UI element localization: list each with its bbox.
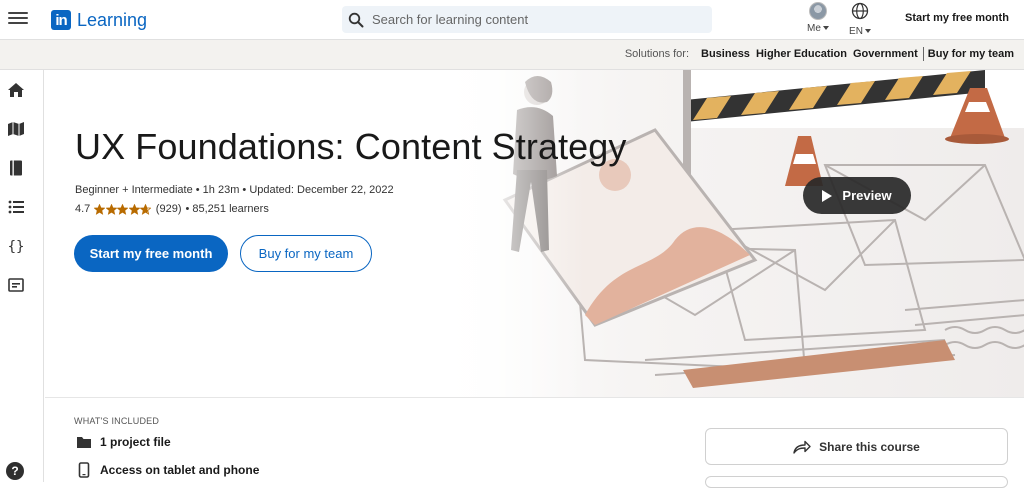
share-arrow-icon — [793, 440, 811, 454]
hero-fade-overlay — [405, 70, 585, 397]
search-icon — [348, 12, 364, 27]
book-icon[interactable] — [6, 158, 26, 178]
preview-button[interactable]: Preview — [803, 177, 911, 214]
menu-icon[interactable] — [8, 9, 28, 29]
search-input[interactable] — [372, 12, 692, 27]
learner-count: • 85,251 learners — [185, 203, 269, 215]
help-icon[interactable]: ? — [6, 462, 24, 480]
divider — [922, 47, 924, 61]
search-bar[interactable] — [342, 6, 712, 33]
secondary-card — [705, 476, 1008, 488]
language-label: EN — [849, 26, 863, 37]
solutions-link-buy-for-team[interactable]: Buy for my team — [928, 48, 1014, 60]
included-item-project-file: 1 project file — [76, 434, 171, 450]
play-icon — [822, 189, 833, 202]
solutions-link-government[interactable]: Government — [853, 48, 918, 60]
share-label: Share this course — [819, 439, 920, 454]
language-menu[interactable]: EN — [848, 2, 872, 37]
me-menu[interactable]: Me — [806, 2, 830, 34]
list-icon[interactable] — [6, 197, 26, 217]
rating-count: (929) — [155, 203, 182, 215]
linkedin-learning-logo[interactable]: in Learning — [51, 9, 147, 31]
star-icon — [105, 203, 117, 215]
star-icon — [140, 203, 152, 215]
code-icon[interactable]: {} — [6, 236, 26, 256]
chevron-down-icon — [822, 26, 829, 31]
solutions-label: Solutions for: — [624, 48, 690, 60]
home-icon[interactable] — [6, 80, 26, 100]
course-meta: Beginner + Intermediate • 1h 23m • Updat… — [75, 184, 394, 196]
included-item-tablet-phone: Access on tablet and phone — [76, 462, 259, 478]
preview-label: Preview — [842, 188, 892, 203]
phone-icon — [78, 462, 90, 478]
star-icon — [117, 203, 129, 215]
course-hero: UX Foundations: Content Strategy Beginne… — [45, 70, 1024, 398]
left-sidebar: {} — [0, 70, 44, 482]
share-course-button[interactable]: Share this course — [705, 428, 1008, 465]
top-navigation-bar: in Learning Me EN Start my free month — [0, 0, 1024, 40]
buy-for-team-button[interactable]: Buy for my team — [240, 235, 372, 272]
folder-icon — [77, 437, 91, 448]
start-free-month-link[interactable]: Start my free month — [905, 12, 1009, 24]
solutions-link-business[interactable]: Business — [701, 48, 750, 60]
course-title: UX Foundations: Content Strategy — [75, 126, 627, 167]
solutions-bar: Solutions for: Business Higher Education… — [0, 40, 1024, 70]
star-icon — [94, 203, 106, 215]
card-icon[interactable] — [6, 275, 26, 295]
course-rating: 4.7 (929) • 85,251 learners — [75, 203, 269, 215]
included-item-label: Access on tablet and phone — [100, 463, 260, 477]
me-label: Me — [807, 23, 821, 34]
linkedin-logo-mark: in — [51, 10, 71, 30]
whats-included-heading: WHAT'S INCLUDED — [74, 416, 160, 426]
start-free-month-button[interactable]: Start my free month — [74, 235, 228, 272]
map-icon[interactable] — [6, 119, 26, 139]
avatar — [809, 2, 827, 20]
solutions-link-higher-education[interactable]: Higher Education — [756, 48, 847, 60]
chevron-down-icon — [864, 29, 871, 34]
svg-text:{}: {} — [8, 239, 25, 255]
included-item-label: 1 project file — [100, 435, 171, 449]
globe-icon — [851, 2, 869, 20]
logo-word: Learning — [77, 9, 148, 30]
rating-stars — [94, 203, 152, 215]
rating-value: 4.7 — [75, 203, 91, 215]
star-icon — [128, 203, 140, 215]
